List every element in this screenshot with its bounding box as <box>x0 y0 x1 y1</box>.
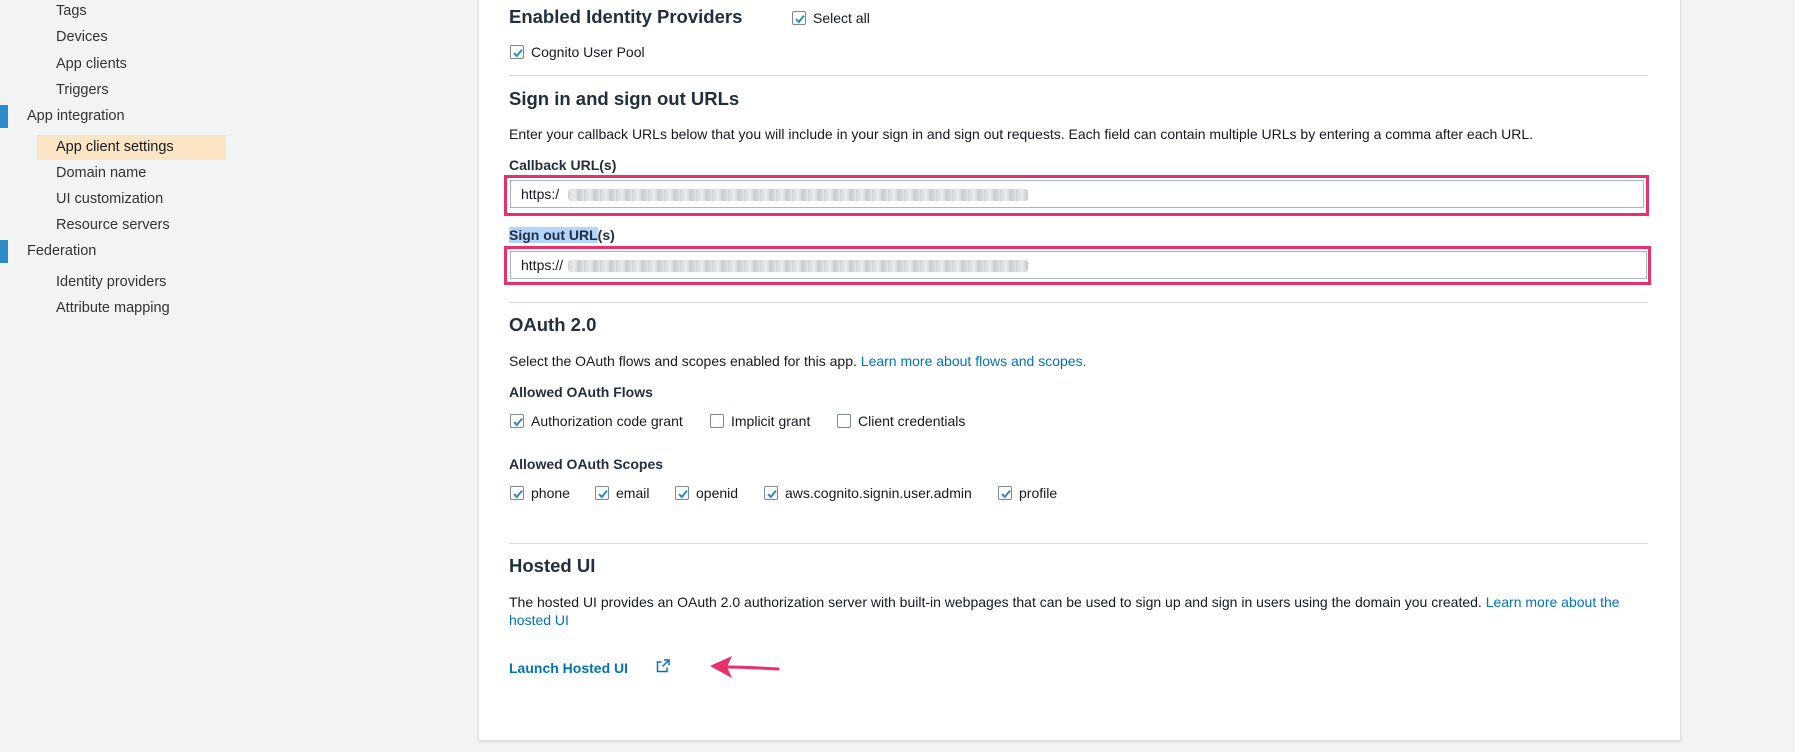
hosted-ui-description: The hosted UI provides an OAuth 2.0 auth… <box>509 594 1620 610</box>
divider <box>509 302 1648 303</box>
checkmark-icon <box>513 417 523 427</box>
scope-email-label: email <box>616 485 650 501</box>
sidebar-item-app-client-settings[interactable]: App client settings <box>56 139 174 155</box>
callback-highlight-box <box>504 175 1649 216</box>
scope-phone-label: phone <box>531 485 570 501</box>
cognito-user-pool-label: Cognito User Pool <box>531 44 645 60</box>
sidebar-section-federation[interactable]: Federation <box>27 243 96 259</box>
annotation-arrow-icon <box>710 656 780 678</box>
scope-openid-label: openid <box>696 485 739 501</box>
scope-cognito-admin-checkbox[interactable] <box>764 486 778 500</box>
learn-more-hosted-ui-link[interactable]: Learn more about the <box>1486 594 1620 610</box>
section-indicator <box>0 240 8 263</box>
signout-label-rest: (s) <box>597 227 615 243</box>
authorization-code-grant-label: Authorization code grant <box>531 413 683 429</box>
allowed-scopes-label: Allowed OAuth Scopes <box>509 456 664 472</box>
sign-urls-heading: Sign in and sign out URLs <box>509 88 740 109</box>
signout-highlight-box <box>504 246 1651 285</box>
sidebar-nav: Tags Devices App clients Triggers App in… <box>0 0 470 752</box>
sidebar-item-domain-name[interactable]: Domain name <box>56 165 146 181</box>
scope-openid-checkbox[interactable] <box>675 486 689 500</box>
scope-profile-label: profile <box>1019 485 1058 501</box>
scope-email-checkbox[interactable] <box>595 486 609 500</box>
sidebar-item-ui-customization[interactable]: UI customization <box>56 191 163 207</box>
scope-profile-checkbox[interactable] <box>998 486 1012 500</box>
sidebar-item-devices[interactable]: Devices <box>56 29 108 45</box>
checkmark-icon <box>513 489 523 499</box>
checkmark-icon <box>767 489 777 499</box>
divider <box>509 75 1648 76</box>
select-all-label: Select all <box>813 10 870 26</box>
oauth-description: Select the OAuth flows and scopes enable… <box>509 353 1086 369</box>
oauth-heading: OAuth 2.0 <box>509 314 597 335</box>
callback-url-label: Callback URL(s) <box>509 157 617 173</box>
checkmark-icon <box>513 48 523 58</box>
sidebar-item-attribute-mapping[interactable]: Attribute mapping <box>56 300 170 316</box>
oauth-description-text: Select the OAuth flows and scopes enable… <box>509 353 857 369</box>
checkmark-icon <box>1001 489 1011 499</box>
sidebar-item-app-clients[interactable]: App clients <box>56 56 127 72</box>
hosted-ui-description-line2: hosted UI <box>509 612 569 628</box>
implicit-grant-checkbox[interactable] <box>710 414 724 428</box>
learn-more-flows-link[interactable]: Learn more about flows and scopes. <box>861 353 1087 369</box>
scope-phone-checkbox[interactable] <box>510 486 524 500</box>
hosted-ui-description-text: The hosted UI provides an OAuth 2.0 auth… <box>509 594 1482 610</box>
client-credentials-checkbox[interactable] <box>837 414 851 428</box>
sidebar-item-tags[interactable]: Tags <box>56 3 87 19</box>
hosted-ui-heading: Hosted UI <box>509 555 596 576</box>
external-link-icon[interactable] <box>655 658 671 674</box>
sidebar-item-triggers[interactable]: Triggers <box>56 82 109 98</box>
allowed-flows-label: Allowed OAuth Flows <box>509 384 653 400</box>
settings-panel <box>478 0 1681 741</box>
section-indicator <box>0 105 8 128</box>
authorization-code-grant-checkbox[interactable] <box>510 414 524 428</box>
sidebar-item-resource-servers[interactable]: Resource servers <box>56 217 170 233</box>
sidebar-section-app-integration[interactable]: App integration <box>27 108 125 124</box>
sign-urls-description: Enter your callback URLs below that you … <box>509 126 1534 142</box>
checkmark-icon <box>678 489 688 499</box>
signout-label-selected: Sign out URL <box>509 227 598 243</box>
client-credentials-label: Client credentials <box>858 413 966 429</box>
launch-hosted-ui-link[interactable]: Launch Hosted UI <box>509 660 628 676</box>
checkmark-icon <box>795 14 805 24</box>
implicit-grant-label: Implicit grant <box>731 413 811 429</box>
divider <box>509 543 1648 544</box>
learn-more-hosted-ui-link-continued[interactable]: hosted UI <box>509 612 569 628</box>
cognito-user-pool-checkbox[interactable] <box>510 45 524 59</box>
checkmark-icon <box>598 489 608 499</box>
sidebar-item-identity-providers[interactable]: Identity providers <box>56 274 166 290</box>
identity-providers-heading: Enabled Identity Providers <box>509 6 743 27</box>
scope-cognito-admin-label: aws.cognito.signin.user.admin <box>785 485 972 501</box>
select-all-checkbox[interactable] <box>792 11 806 25</box>
signout-url-label: Sign out URL(s) <box>509 227 615 243</box>
